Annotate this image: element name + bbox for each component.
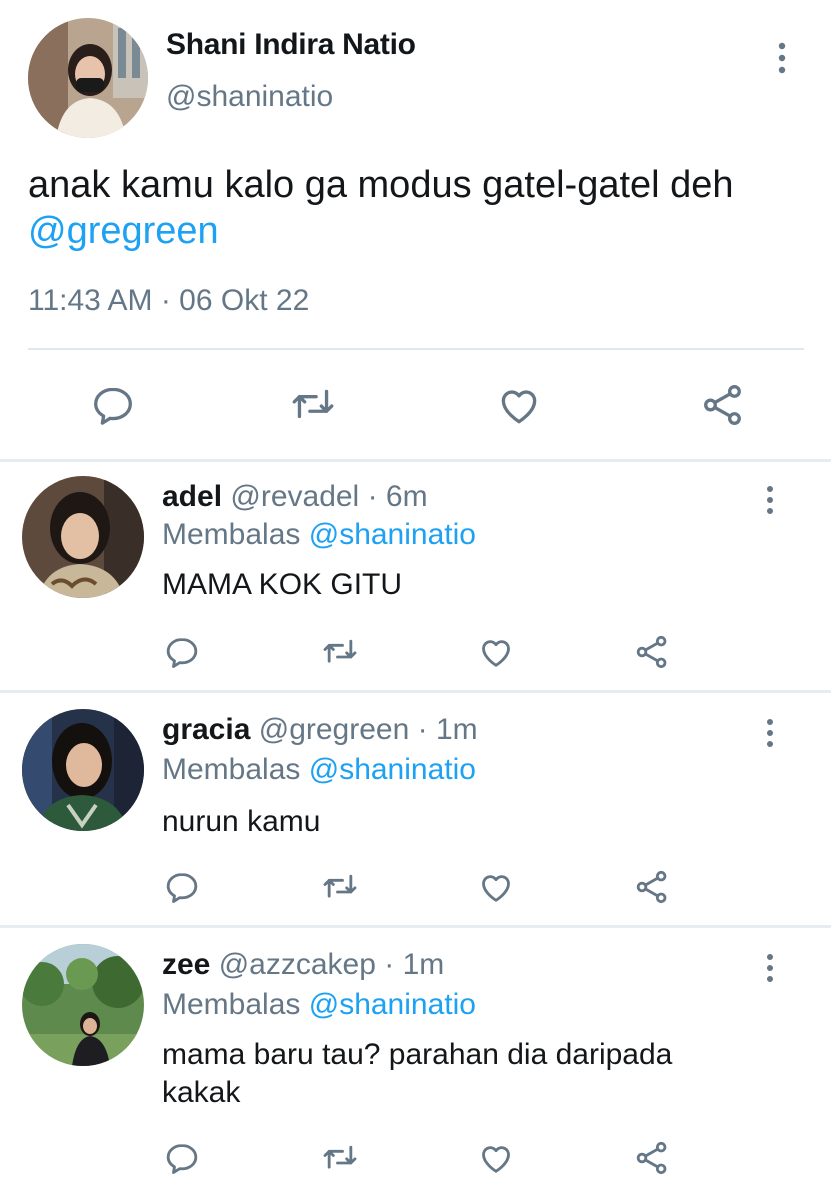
tweet-timestamp[interactable]: 11:43 AM · 06 Okt 22: [28, 284, 309, 318]
reply-header: gracia @gregreen · 1m: [162, 713, 478, 747]
avatar[interactable]: [22, 709, 144, 831]
tweet-text: anak kamu kalo ga modus gatel-gatel deh …: [28, 162, 818, 254]
reply-text: MAMA KOK GITU: [162, 568, 403, 601]
author-handle[interactable]: @shaninatio: [166, 80, 333, 114]
replying-label: Membalas: [162, 753, 301, 786]
reply-text: nurun kamu: [162, 805, 321, 838]
mention-link[interactable]: @gregreen: [28, 210, 219, 252]
like-icon[interactable]: [476, 1138, 516, 1178]
replying-label: Membalas: [162, 518, 301, 551]
more-vertical-icon[interactable]: [758, 952, 782, 984]
replying-to: Membalas @shaninatio: [162, 988, 476, 1022]
avatar[interactable]: [22, 476, 144, 598]
retweet-icon[interactable]: [288, 380, 338, 430]
reply-tweet[interactable]: gracia @gregreen · 1m Membalas @shaninat…: [0, 693, 831, 925]
reply-time[interactable]: 1m: [436, 713, 478, 746]
reply-time[interactable]: 1m: [403, 948, 445, 981]
reply-author-handle[interactable]: @azzcakep: [219, 948, 376, 981]
reply-time[interactable]: 6m: [386, 480, 428, 513]
reply-header: adel @revadel · 6m: [162, 480, 428, 514]
share-icon[interactable]: [632, 1138, 672, 1178]
reply-author-handle[interactable]: @gregreen: [259, 713, 410, 746]
replying-label: Membalas: [162, 988, 301, 1021]
main-tweet: Shani Indira Natio @shaninatio anak kamu…: [0, 0, 831, 460]
reply-tweet[interactable]: adel @revadel · 6m Membalas @shaninatio …: [0, 462, 831, 690]
reply-icon[interactable]: [162, 632, 202, 672]
separator-dot: ·: [417, 713, 428, 746]
replying-mention[interactable]: @shaninatio: [309, 753, 476, 786]
reply-tweet[interactable]: zee @azzcakep · 1m Membalas @shaninatio …: [0, 928, 831, 1200]
separator: [28, 348, 804, 350]
more-vertical-icon[interactable]: [758, 717, 782, 749]
replying-to: Membalas @shaninatio: [162, 753, 476, 787]
separator-dot: ·: [384, 948, 395, 981]
reply-author-name[interactable]: adel: [162, 480, 222, 513]
more-vertical-icon[interactable]: [758, 484, 782, 516]
separator-dot: ·: [367, 480, 378, 513]
reply-icon[interactable]: [162, 867, 202, 907]
retweet-icon[interactable]: [320, 1138, 360, 1178]
reply-icon[interactable]: [162, 1138, 202, 1178]
retweet-icon[interactable]: [320, 867, 360, 907]
share-icon[interactable]: [698, 380, 748, 430]
more-vertical-icon[interactable]: [770, 40, 794, 76]
like-icon[interactable]: [494, 380, 544, 430]
retweet-icon[interactable]: [320, 632, 360, 672]
replying-mention[interactable]: @shaninatio: [309, 518, 476, 551]
reply-header: zee @azzcakep · 1m: [162, 948, 444, 982]
reply-text: mama baru tau? parahan dia daripada kaka…: [162, 1038, 673, 1109]
share-icon[interactable]: [632, 867, 672, 907]
reply-icon[interactable]: [88, 380, 138, 430]
share-icon[interactable]: [632, 632, 672, 672]
replying-mention[interactable]: @shaninatio: [309, 988, 476, 1021]
author-name[interactable]: Shani Indira Natio: [166, 28, 416, 62]
reply-author-name[interactable]: gracia: [162, 713, 250, 746]
avatar[interactable]: [28, 18, 148, 138]
like-icon[interactable]: [476, 867, 516, 907]
reply-author-name[interactable]: zee: [162, 948, 210, 981]
replying-to: Membalas @shaninatio: [162, 518, 476, 552]
avatar[interactable]: [22, 944, 144, 1066]
reply-author-handle[interactable]: @revadel: [230, 480, 359, 513]
like-icon[interactable]: [476, 632, 516, 672]
tweet-body: anak kamu kalo ga modus gatel-gatel deh: [28, 164, 734, 206]
